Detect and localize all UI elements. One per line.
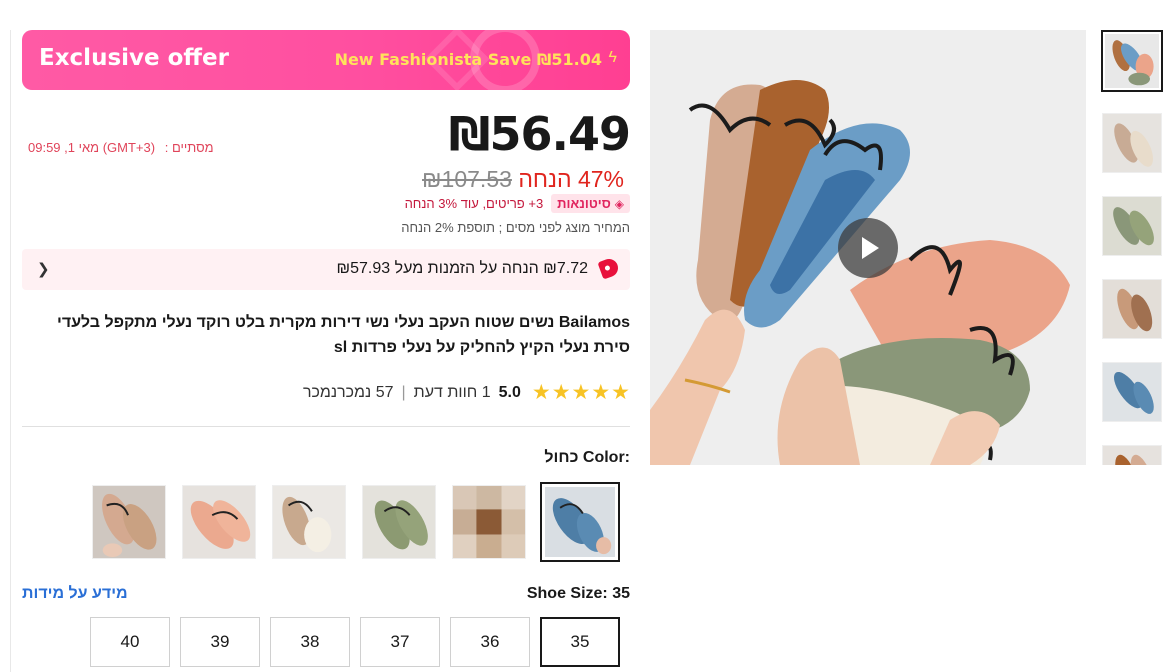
size-label-value: 35 [612,585,630,602]
banner-save-text: New Fashionista Save ₪51.04 [334,50,602,69]
sale-ends: מסתיים : מאי 1, 09:59 (GMT+3) [22,140,214,155]
color-label: Color: כחול [544,449,630,467]
tax-note: המחיר מוצג לפני מסים ; תוספת 2% הנחה [401,220,630,235]
rating-row: ★ ★ ★ ★ ★ 5.0 1 חוות דעת | 57 נמכרנמכר [303,380,630,405]
size-option-36[interactable]: 36 [450,617,530,667]
size-option-35[interactable]: 35 [540,617,620,667]
thumbnail-image [1103,114,1161,172]
thumbnail[interactable] [1102,196,1162,256]
separator: | [401,383,406,401]
swatch-image [273,486,345,558]
size-options: 35 36 37 38 39 40 [90,617,630,667]
play-icon[interactable] [838,218,898,278]
color-name: Color: [582,449,630,466]
thumbnail-image [1103,446,1161,465]
color-swatch-pattern[interactable] [452,485,526,559]
swatch-image [453,486,525,558]
color-swatch-green[interactable] [362,485,436,559]
coupon-tag-icon [597,256,621,280]
sale-ends-label: מסתיים : [164,140,214,155]
exclusive-offer-banner[interactable]: Exclusive offer New Fashionista Save ₪51… [22,30,630,90]
star-icon: ★ [531,381,551,404]
thumbnail-image [1105,34,1159,88]
banner-label: Exclusive offer [39,45,229,71]
coupon-bar[interactable]: ₪7.72 הנחה על הזמנות מעל ₪57.93 ❯ [22,249,630,290]
reviews-link[interactable]: 1 חוות דעת [414,384,491,402]
size-option-38[interactable]: 38 [270,617,350,667]
discount-row: 47% הנחה ₪107.53 [412,166,624,193]
discount-percent: 47% הנחה [518,166,624,192]
chevron-left-icon[interactable]: ❯ [37,260,50,278]
size-row: Shoe Size: 35 מידע על מידות [22,585,630,607]
lightning-icon: ϟ [608,49,617,66]
size-option-39[interactable]: 39 [180,617,260,667]
color-swatch-blue[interactable] [540,482,620,562]
thumbnail[interactable] [1102,362,1162,422]
thumbnail[interactable] [1102,279,1162,339]
star-icon: ★ [571,381,591,404]
thumbnail[interactable] [1102,113,1162,173]
color-value: כחול [544,449,579,466]
thumbnail[interactable] [1101,30,1163,92]
thumbnail-image [1103,363,1161,421]
color-swatch-beige[interactable] [92,485,166,559]
swatch-image [363,486,435,558]
thumbnail-image [1103,197,1161,255]
swatch-image [93,486,165,558]
product-title: Bailamos נשים שטוח העקב נעלי נשי דירות מ… [57,314,630,356]
color-swatch-cream[interactable] [272,485,346,559]
thumbnail[interactable] [1102,445,1162,465]
coupon-text: ₪7.72 הנחה על הזמנות מעל ₪57.93 [336,260,588,277]
size-info-link[interactable]: מידע על מידות [22,585,128,603]
original-price: ₪107.53 [422,166,512,192]
thumbnail-strip [1101,30,1163,465]
bulk-text: 3+ פריטים, עוד 3% הנחה [404,196,544,211]
size-label-text: Shoe Size: [526,585,608,602]
swatch-image [545,487,615,557]
tag-icon: ◈ [614,196,624,211]
color-swatch-pink[interactable] [182,485,256,559]
current-price: ₪56.49 [448,107,631,161]
rating-score: 5.0 [498,383,521,401]
size-label: Shoe Size: 35 [527,585,630,603]
size-option-37[interactable]: 37 [360,617,440,667]
sold-count: 57 נמכרנמכר [302,383,394,401]
bulk-badge-label: סיטונאות [557,196,611,211]
sale-ends-time: מאי 1, 09:59 (GMT+3) [28,140,156,155]
bulk-discount: ◈ סיטונאות 3+ פריטים, עוד 3% הנחה [405,194,630,213]
bulk-badge[interactable]: ◈ סיטונאות [551,194,630,213]
product-page: Exclusive offer New Fashionista Save ₪51… [0,0,1173,672]
divider [22,426,630,427]
divider [10,30,11,672]
thumbnail-image [1103,280,1161,338]
product-info: Exclusive offer New Fashionista Save ₪51… [22,30,631,667]
star-icon: ★ [551,381,571,404]
star-icon: ★ [591,381,611,404]
color-swatches [92,482,632,562]
swatch-image [183,486,255,558]
size-option-40[interactable]: 40 [90,617,170,667]
star-icon: ★ [611,381,630,404]
rating-stars[interactable]: ★ ★ ★ ★ ★ [531,380,630,405]
